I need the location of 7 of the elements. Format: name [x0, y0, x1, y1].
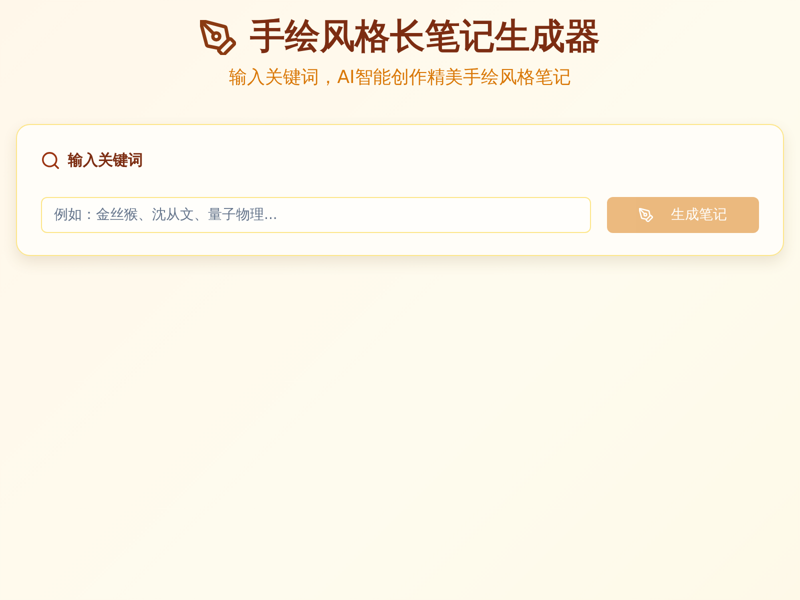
pen-nib-icon: [639, 208, 653, 222]
search-icon: [42, 152, 59, 168]
card-heading: 输入关键词: [68, 150, 143, 171]
page-subtitle: 输入关键词，AI智能创作精美手绘风格笔记: [229, 66, 571, 90]
page-title: 手绘风格长笔记生成器: [250, 16, 600, 59]
keyword-input[interactable]: 例如：金丝猴、沈从文、量子物理...: [41, 197, 591, 233]
pen-nib-icon: [200, 20, 236, 54]
